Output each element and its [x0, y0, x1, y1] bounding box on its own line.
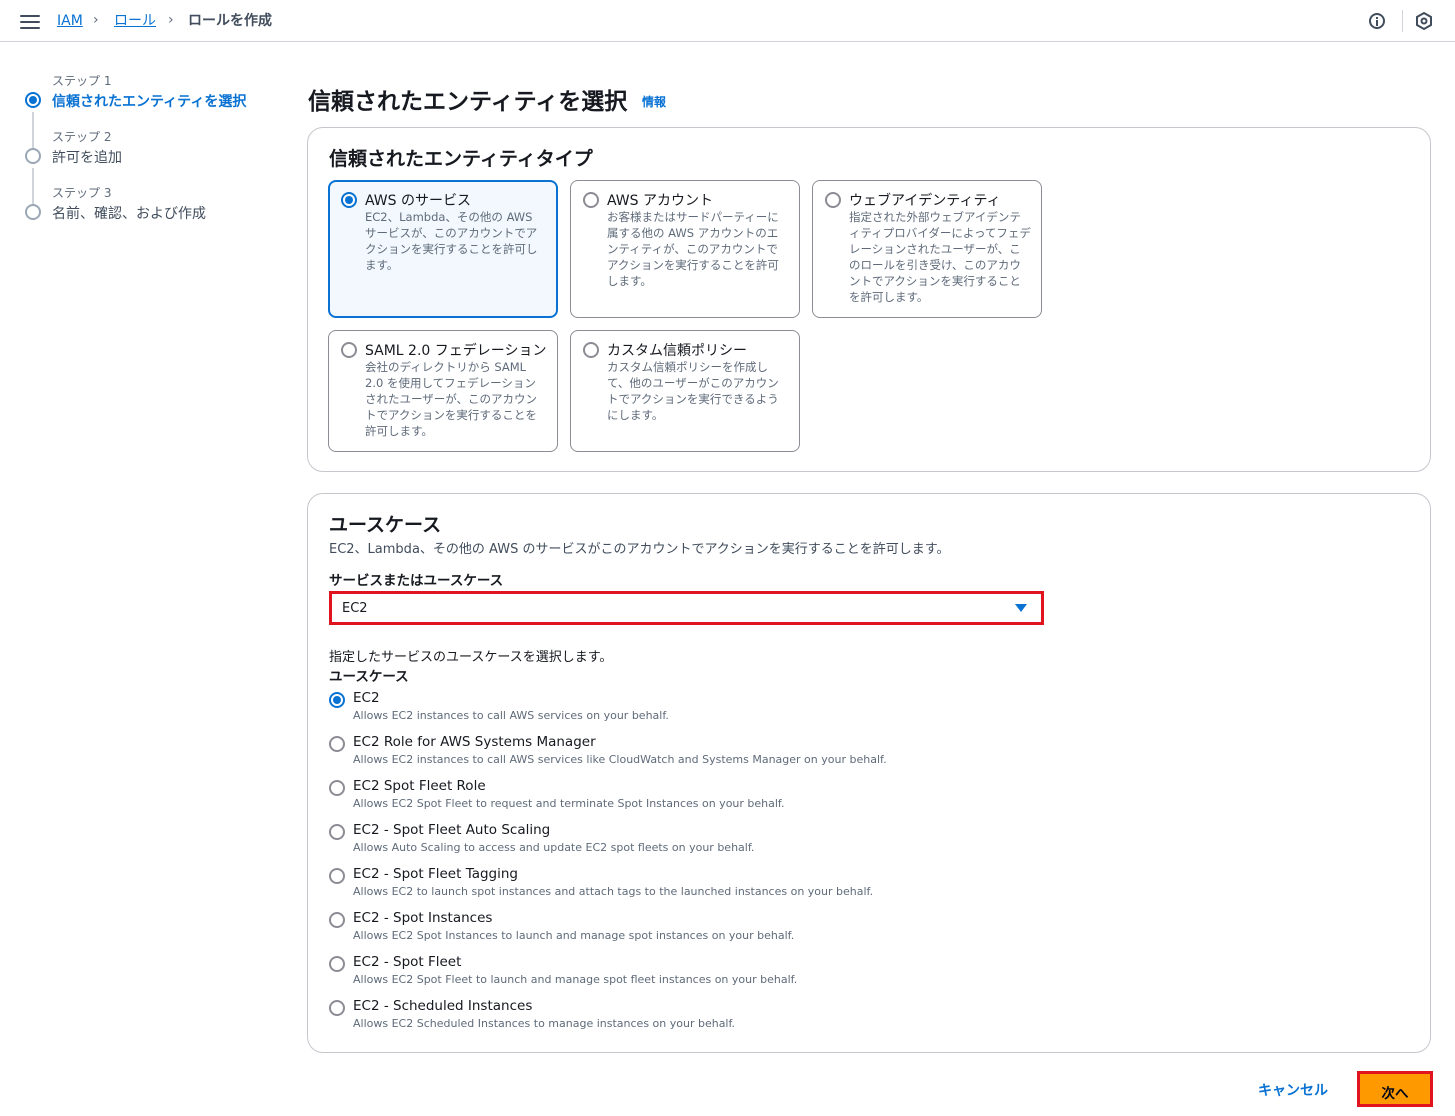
tile-title: カスタム信頼ポリシー [607, 343, 747, 359]
breadcrumb-create-role: ロールを作成 [188, 13, 272, 29]
tile-web-identity[interactable]: ウェブアイデンティティ 指定された外部ウェブアイデンティティプロバイダーによって… [812, 180, 1042, 318]
step-2-indicator [25, 148, 41, 164]
step-1-indicator [25, 92, 41, 108]
step-connector [32, 112, 34, 148]
use-case-desc: Allows Auto Scaling to access and update… [353, 841, 755, 854]
use-case-name: EC2 Spot Fleet Role [353, 778, 486, 794]
cancel-button[interactable]: キャンセル [1258, 1080, 1328, 1100]
step-3-title: 名前、確認、および作成 [52, 206, 206, 222]
use-case-option-scheduled-instances[interactable]: EC2 - Scheduled Instances Allows EC2 Sch… [329, 998, 1029, 1038]
step-1-title[interactable]: 信頼されたエンティティを選択 [52, 91, 246, 111]
use-case-name: EC2 - Scheduled Instances [353, 998, 533, 1014]
tile-description: 指定された外部ウェブアイデンティティプロバイダーによってフェデレーションされたユ… [849, 210, 1031, 304]
chevron-right-icon: › [168, 12, 174, 28]
use-case-name: EC2 - Spot Instances [353, 910, 493, 926]
next-button[interactable]: 次へ [1357, 1071, 1433, 1107]
use-case-option-spot-instances[interactable]: EC2 - Spot Instances Allows EC2 Spot Ins… [329, 910, 1029, 950]
use-case-desc: Allows EC2 Spot Fleet to launch and mana… [353, 973, 798, 986]
tile-description: カスタム信頼ポリシーを作成して、他のユーザーがこのアカウントでアクションを実行で… [607, 360, 779, 422]
use-case-name: EC2 - Spot Fleet Auto Scaling [353, 822, 551, 838]
radio-aws-account[interactable] [583, 192, 599, 208]
tile-title: SAML 2.0 フェデレーション [365, 343, 547, 359]
tile-saml-federation[interactable]: SAML 2.0 フェデレーション 会社のディレクトリから SAML 2.0 を… [328, 330, 558, 452]
use-case-description: EC2、Lambda、その他の AWS のサービスがこのアカウントでアクションを… [329, 542, 950, 557]
step-connector [32, 168, 34, 204]
step-3-label: ステップ 3 [52, 186, 112, 200]
use-case-option-spot-fleet-autoscaling[interactable]: EC2 - Spot Fleet Auto Scaling Allows Aut… [329, 822, 1029, 862]
service-select[interactable]: EC2 [329, 591, 1044, 625]
radio-web-identity[interactable] [825, 192, 841, 208]
use-case-option-spot-fleet-role[interactable]: EC2 Spot Fleet Role Allows EC2 Spot Flee… [329, 778, 1029, 818]
tile-title: AWS アカウント [607, 193, 713, 209]
use-case-name: EC2 Role for AWS Systems Manager [353, 734, 596, 750]
use-case-options-label: ユースケース [329, 669, 409, 685]
service-select-value: EC2 [342, 601, 368, 616]
radio-spot-fleet[interactable] [329, 956, 345, 972]
step-1-label: ステップ 1 [52, 74, 112, 88]
use-case-desc: Allows EC2 instances to call AWS service… [353, 753, 887, 766]
service-field-label: サービスまたはユースケース [329, 573, 504, 589]
tile-title: AWS のサービス [365, 193, 471, 209]
radio-spot-fleet-role[interactable] [329, 780, 345, 796]
use-case-panel: ユースケース EC2、Lambda、その他の AWS のサービスがこのアカウント… [307, 493, 1431, 1053]
settings-hex-icon[interactable] [1415, 12, 1433, 30]
step-2-label: ステップ 2 [52, 130, 112, 144]
info-icon[interactable] [1369, 13, 1385, 29]
use-case-desc: Allows EC2 instances to call AWS service… [353, 709, 669, 722]
radio-spot-fleet-tagging[interactable] [329, 868, 345, 884]
menu-icon[interactable] [20, 12, 40, 30]
tile-custom-trust-policy[interactable]: カスタム信頼ポリシー カスタム信頼ポリシーを作成して、他のユーザーがこのアカウン… [570, 330, 800, 452]
use-case-option-ssm[interactable]: EC2 Role for AWS Systems Manager Allows … [329, 734, 1029, 774]
tile-description: お客様またはサードパーティーに属する他の AWS アカウントのエンティティが、こ… [607, 210, 779, 288]
step-2-title: 許可を追加 [52, 150, 122, 166]
breadcrumb-roles[interactable]: ロール [114, 12, 156, 30]
use-case-option-ec2[interactable]: EC2 Allows EC2 instances to call AWS ser… [329, 690, 1029, 730]
radio-scheduled-instances[interactable] [329, 1000, 345, 1016]
use-case-option-spot-fleet[interactable]: EC2 - Spot Fleet Allows EC2 Spot Fleet t… [329, 954, 1029, 994]
breadcrumb-iam[interactable]: IAM [57, 12, 83, 30]
tile-aws-account[interactable]: AWS アカウント お客様またはサードパーティーに属する他の AWS アカウント… [570, 180, 800, 318]
step-3-indicator [25, 204, 41, 220]
use-case-name: EC2 [353, 690, 380, 706]
radio-custom-trust-policy[interactable] [583, 342, 599, 358]
use-case-name: EC2 - Spot Fleet Tagging [353, 866, 518, 882]
tile-description: 会社のディレクトリから SAML 2.0 を使用してフェデレーションされたユーザ… [365, 360, 538, 438]
page-title: 信頼されたエンティティを選択 [308, 89, 628, 115]
entity-type-panel: 信頼されたエンティティタイプ AWS のサービス EC2、Lambda、その他の… [307, 127, 1431, 472]
tile-title: ウェブアイデンティティ [849, 193, 1001, 209]
radio-ec2[interactable] [329, 692, 345, 708]
use-case-desc: Allows EC2 to launch spot instances and … [353, 885, 874, 898]
use-case-option-spot-fleet-tagging[interactable]: EC2 - Spot Fleet Tagging Allows EC2 to l… [329, 866, 1029, 906]
caret-down-icon [1015, 604, 1027, 612]
use-case-heading: ユースケース [329, 514, 442, 536]
chevron-right-icon: › [93, 12, 99, 28]
use-case-desc: Allows EC2 Scheduled Instances to manage… [353, 1017, 736, 1030]
radio-saml-federation[interactable] [341, 342, 357, 358]
tile-description: EC2、Lambda、その他の AWS サービスが、このアカウントでアクションを… [365, 210, 538, 272]
use-case-hint: 指定したサービスのユースケースを選択します。 [329, 650, 613, 665]
info-link[interactable]: 情報 [642, 93, 666, 110]
entity-type-heading: 信頼されたエンティティタイプ [329, 148, 593, 170]
radio-ec2-ssm[interactable] [329, 736, 345, 752]
use-case-desc: Allows EC2 Spot Instances to launch and … [353, 929, 795, 942]
use-case-desc: Allows EC2 Spot Fleet to request and ter… [353, 797, 785, 810]
radio-aws-service[interactable] [341, 192, 357, 208]
divider [1402, 10, 1403, 32]
tile-aws-service[interactable]: AWS のサービス EC2、Lambda、その他の AWS サービスが、このアカ… [328, 180, 558, 318]
top-bar: IAM › ロール › ロールを作成 [0, 0, 1455, 42]
use-case-name: EC2 - Spot Fleet [353, 954, 462, 970]
radio-spot-fleet-autoscaling[interactable] [329, 824, 345, 840]
next-button-label: 次へ [1381, 1086, 1409, 1102]
radio-spot-instances[interactable] [329, 912, 345, 928]
